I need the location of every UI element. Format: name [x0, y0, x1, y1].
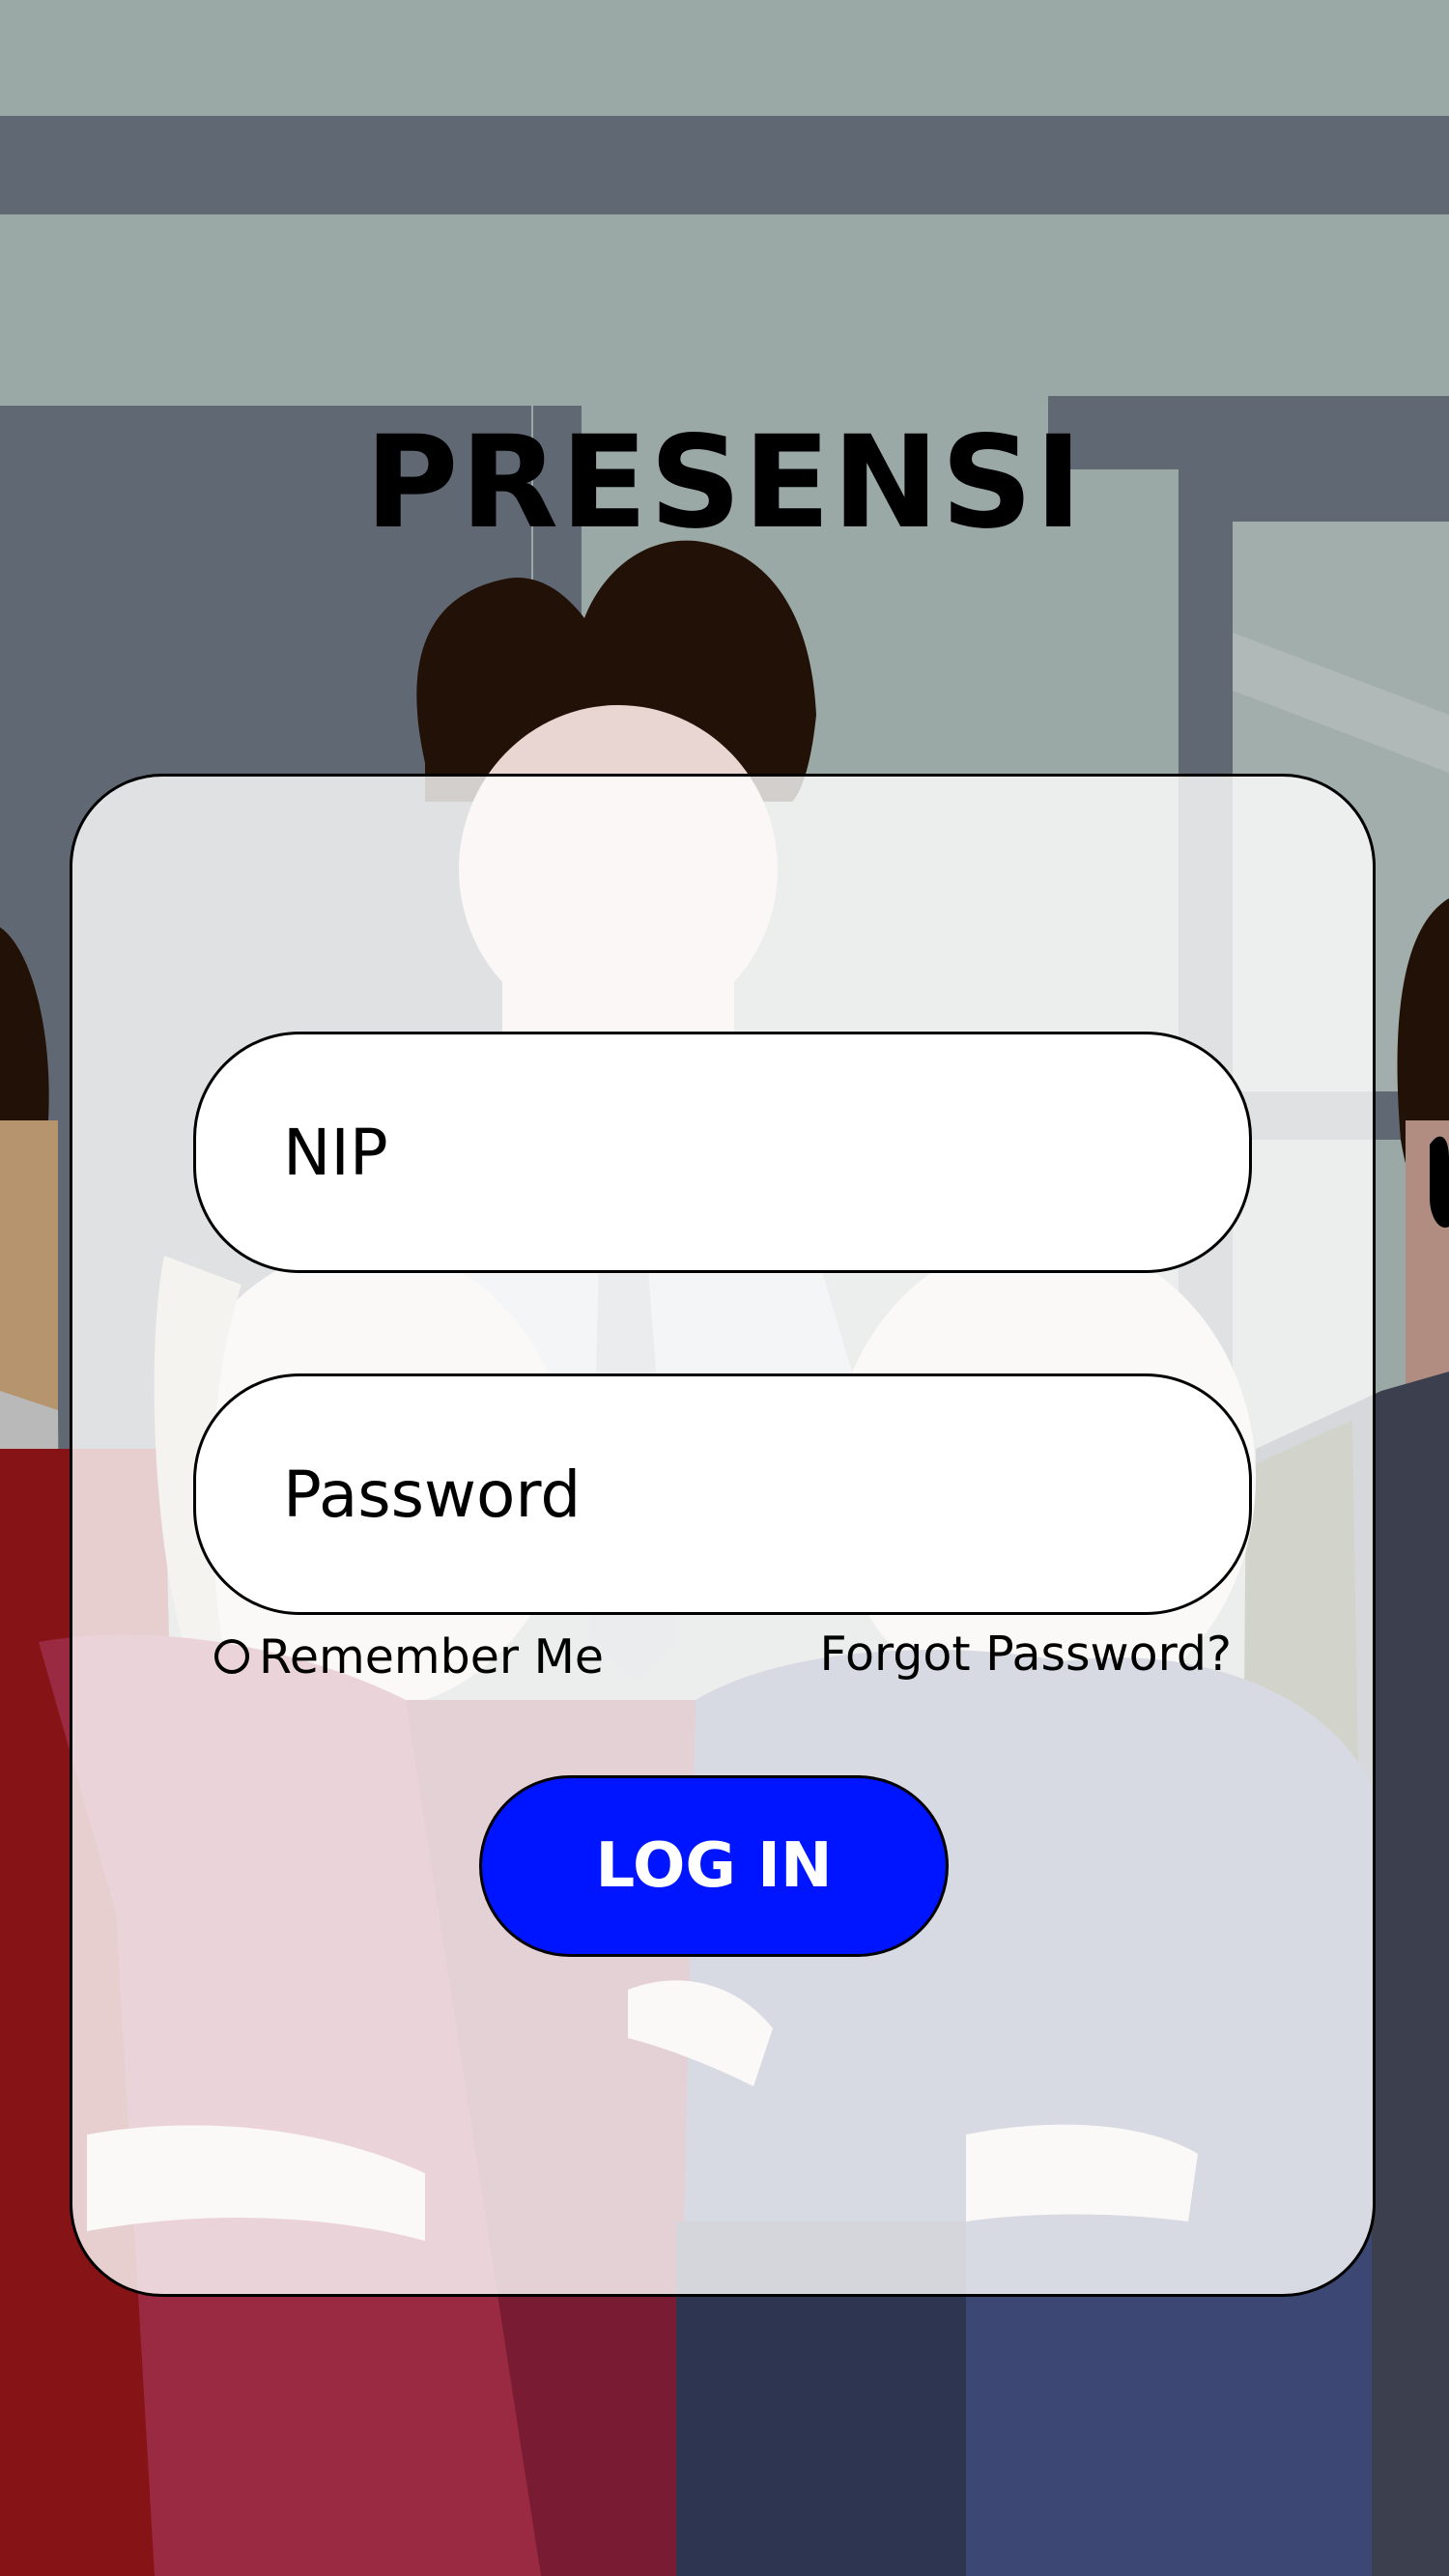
remember-me-option[interactable]: Remember Me — [214, 1628, 604, 1685]
remember-me-label: Remember Me — [259, 1628, 604, 1684]
page-title: PRESENSI — [364, 409, 1085, 557]
password-field[interactable] — [193, 1373, 1252, 1615]
nip-field[interactable] — [193, 1032, 1252, 1273]
forgot-password-link[interactable]: Forgot Password? — [773, 1627, 1232, 1683]
remember-me-radio-icon[interactable] — [214, 1639, 249, 1674]
login-button[interactable]: LOG IN — [479, 1775, 949, 1957]
